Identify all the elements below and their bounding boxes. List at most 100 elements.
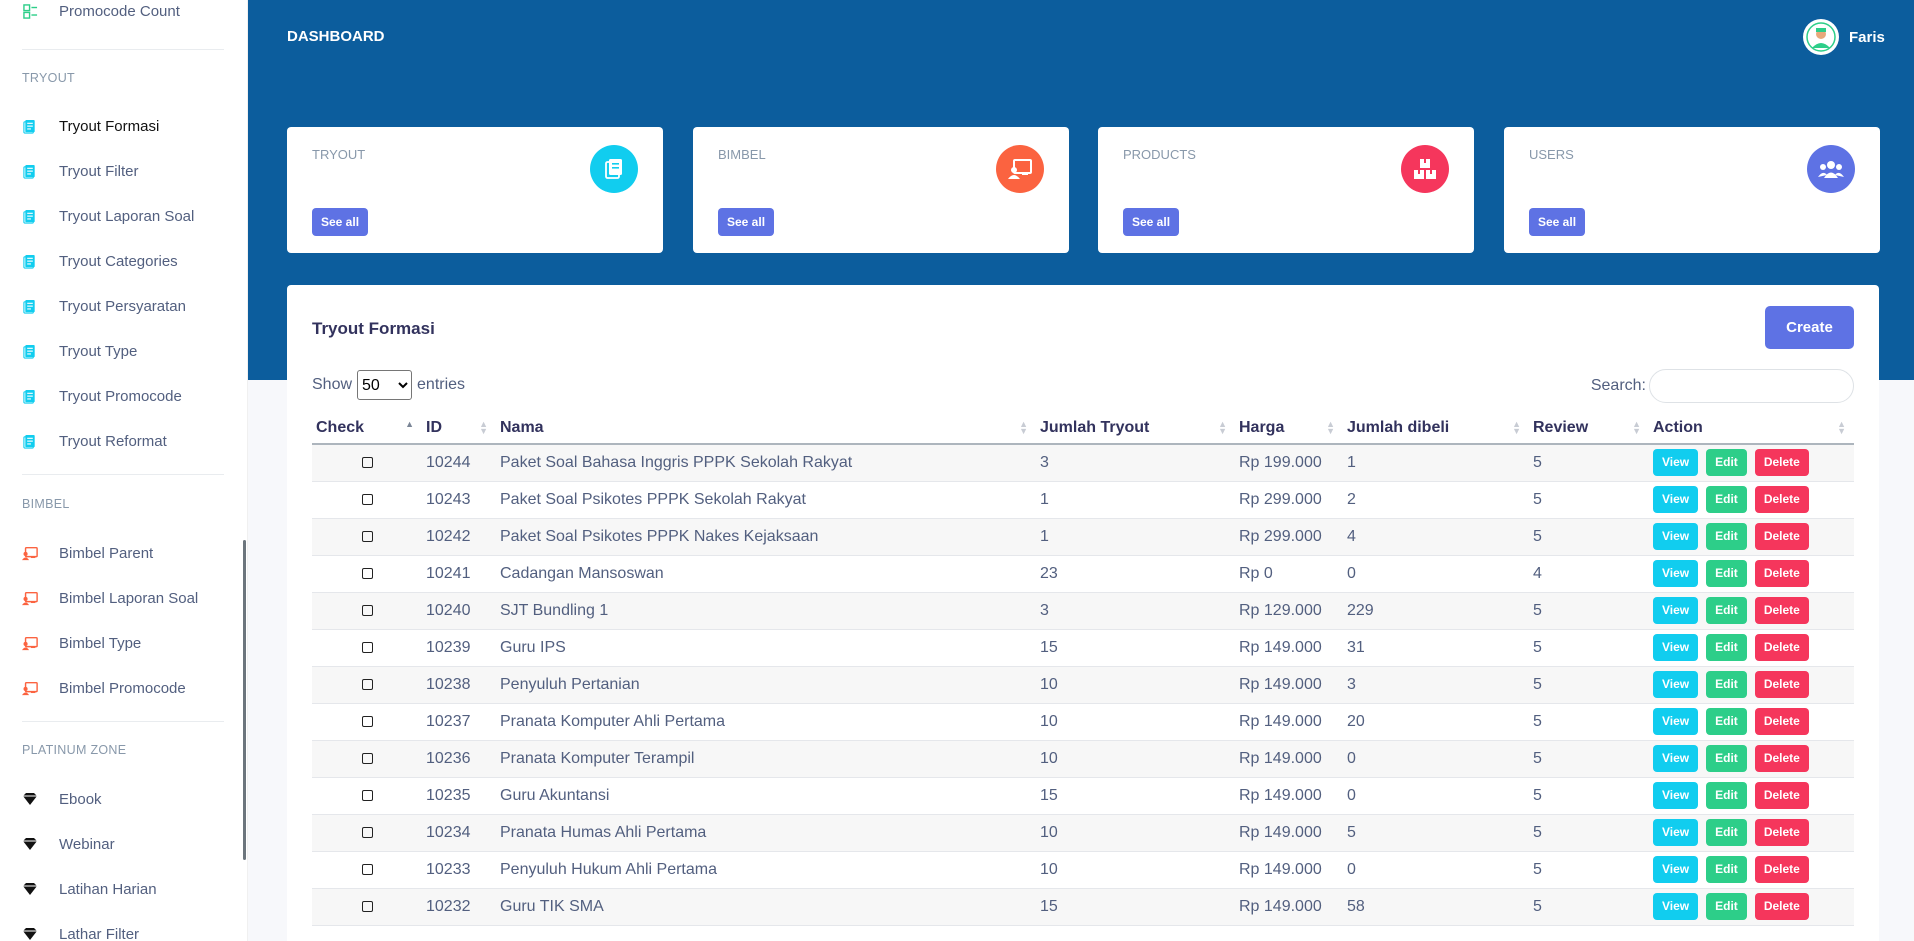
row-checkbox[interactable]: [361, 641, 373, 653]
view-button[interactable]: View: [1653, 671, 1699, 698]
delete-button[interactable]: Delete: [1754, 745, 1809, 772]
delete-button[interactable]: Delete: [1754, 560, 1809, 587]
card-label: BIMBEL: [718, 147, 766, 162]
view-button[interactable]: View: [1653, 819, 1699, 846]
delete-button[interactable]: Delete: [1754, 671, 1809, 698]
see-all-button[interactable]: See all: [1529, 208, 1586, 236]
column-header-id[interactable]: ID ▲ ▼: [422, 412, 496, 445]
view-button[interactable]: View: [1653, 745, 1699, 772]
edit-button[interactable]: Edit: [1706, 634, 1747, 661]
review-cell: 5: [1529, 481, 1649, 519]
entries-select[interactable]: 50: [357, 370, 413, 400]
edit-button[interactable]: Edit: [1706, 597, 1747, 624]
see-all-button[interactable]: See all: [1123, 208, 1180, 236]
nama-cell: Paket Soal Psikotes PPPK Sekolah Rakyat: [496, 481, 1036, 519]
delete-button[interactable]: Delete: [1754, 486, 1809, 513]
column-header-jumlah-tryout[interactable]: Jumlah Tryout ▲ ▼: [1036, 412, 1235, 445]
row-checkbox[interactable]: [361, 826, 373, 838]
review-cell: 5: [1529, 740, 1649, 778]
user-name[interactable]: Faris: [1849, 29, 1885, 46]
harga-cell: Rp 149.000: [1235, 740, 1343, 778]
row-checkbox[interactable]: [361, 567, 373, 579]
sidebar-item-bimbel-parent[interactable]: Bimbel Parent: [0, 538, 240, 568]
view-button[interactable]: View: [1653, 486, 1699, 513]
delete-button[interactable]: Delete: [1754, 856, 1809, 883]
row-checkbox[interactable]: [361, 789, 373, 801]
see-all-button[interactable]: See all: [718, 208, 775, 236]
view-button[interactable]: View: [1653, 893, 1699, 920]
edit-button[interactable]: Edit: [1706, 745, 1747, 772]
avatar[interactable]: [1803, 19, 1839, 55]
row-checkbox[interactable]: [361, 752, 373, 764]
edit-button[interactable]: Edit: [1706, 449, 1747, 477]
column-header-nama[interactable]: Nama ▲ ▼: [496, 412, 1036, 445]
sidebar-item-promocode-count[interactable]: Promocode Count: [0, 0, 240, 26]
sidebar-item-lathar-filter[interactable]: Lathar Filter: [0, 919, 240, 941]
edit-button[interactable]: Edit: [1706, 486, 1747, 513]
id-cell: 10243: [422, 481, 496, 519]
edit-button[interactable]: Edit: [1706, 819, 1747, 846]
edit-button[interactable]: Edit: [1706, 560, 1747, 587]
sidebar-item-tryout-formasi[interactable]: Tryout Formasi: [0, 111, 240, 141]
sidebar-item-tryout-type[interactable]: Tryout Type: [0, 336, 240, 366]
column-header-check[interactable]: Check ▲: [312, 412, 422, 445]
edit-button[interactable]: Edit: [1706, 708, 1747, 735]
view-button[interactable]: View: [1653, 708, 1699, 735]
column-header-harga[interactable]: Harga ▲ ▼: [1235, 412, 1343, 445]
create-button[interactable]: Create: [1765, 306, 1854, 349]
sidebar-item-bimbel-type[interactable]: Bimbel Type: [0, 628, 240, 658]
sidebar-item-ebook[interactable]: Ebook: [0, 784, 240, 814]
view-button[interactable]: View: [1653, 560, 1699, 587]
search-input[interactable]: [1649, 369, 1854, 403]
view-button[interactable]: View: [1653, 634, 1699, 661]
row-checkbox[interactable]: [361, 493, 373, 505]
review-cell: 5: [1529, 703, 1649, 741]
column-header-review[interactable]: Review ▲ ▼: [1529, 412, 1649, 445]
delete-button[interactable]: Delete: [1754, 708, 1809, 735]
delete-button[interactable]: Delete: [1754, 523, 1809, 550]
row-checkbox[interactable]: [361, 457, 373, 469]
row-checkbox[interactable]: [361, 900, 373, 912]
nama-cell: Pranata Humas Ahli Pertama: [496, 814, 1036, 852]
table-row: 10235 Guru Akuntansi 15 Rp 149.000 0 5 View Edi…: [312, 777, 1854, 815]
check-cell: [312, 888, 422, 926]
view-button[interactable]: View: [1653, 856, 1699, 883]
nama-cell: Paket Soal Bahasa Inggris PPPK Sekolah R…: [496, 444, 1036, 482]
delete-button[interactable]: Delete: [1754, 449, 1809, 477]
sidebar-item-tryout-persyaratan[interactable]: Tryout Persyaratan: [0, 291, 240, 321]
sidebar-item-tryout-categories[interactable]: Tryout Categories: [0, 246, 240, 276]
row-checkbox[interactable]: [361, 604, 373, 616]
sidebar-item-tryout-laporan-soal[interactable]: Tryout Laporan Soal: [0, 201, 240, 231]
column-header-action[interactable]: Action ▲ ▼: [1649, 412, 1854, 445]
edit-button[interactable]: Edit: [1706, 671, 1747, 698]
edit-button[interactable]: Edit: [1706, 523, 1747, 550]
see-all-button[interactable]: See all: [312, 208, 369, 236]
sidebar-item-webinar[interactable]: Webinar: [0, 829, 240, 859]
row-checkbox[interactable]: [361, 678, 373, 690]
view-button[interactable]: View: [1653, 449, 1699, 477]
edit-button[interactable]: Edit: [1706, 856, 1747, 883]
view-button[interactable]: View: [1653, 523, 1699, 550]
sidebar-item-bimbel-laporan-soal[interactable]: Bimbel Laporan Soal: [0, 583, 240, 613]
view-button[interactable]: View: [1653, 782, 1699, 809]
sidebar-scrollbar[interactable]: [243, 540, 246, 860]
delete-button[interactable]: Delete: [1754, 893, 1809, 920]
sidebar-item-latihan-harian[interactable]: Latihan Harian: [0, 874, 240, 904]
sidebar-item-tryout-promocode[interactable]: Tryout Promocode: [0, 381, 240, 411]
edit-button[interactable]: Edit: [1706, 782, 1747, 809]
column-header-jumlah-dibeli[interactable]: Jumlah dibeli ▲ ▼: [1343, 412, 1529, 445]
delete-button[interactable]: Delete: [1754, 819, 1809, 846]
row-checkbox[interactable]: [361, 715, 373, 727]
edit-button[interactable]: Edit: [1706, 893, 1747, 920]
sidebar-item-tryout-reformat[interactable]: Tryout Reformat: [0, 426, 240, 456]
delete-button[interactable]: Delete: [1754, 782, 1809, 809]
delete-button[interactable]: Delete: [1754, 634, 1809, 661]
sidebar-item-bimbel-promocode[interactable]: Bimbel Promocode: [0, 673, 240, 703]
sort-icon: ▲ ▼: [479, 419, 488, 436]
table-row: 10239 Guru IPS 15 Rp 149.000 31 5 View Edit Dele…: [312, 629, 1854, 667]
sidebar-item-tryout-filter[interactable]: Tryout Filter: [0, 156, 240, 186]
delete-button[interactable]: Delete: [1754, 597, 1809, 624]
view-button[interactable]: View: [1653, 597, 1699, 624]
row-checkbox[interactable]: [361, 530, 373, 542]
row-checkbox[interactable]: [361, 863, 373, 875]
